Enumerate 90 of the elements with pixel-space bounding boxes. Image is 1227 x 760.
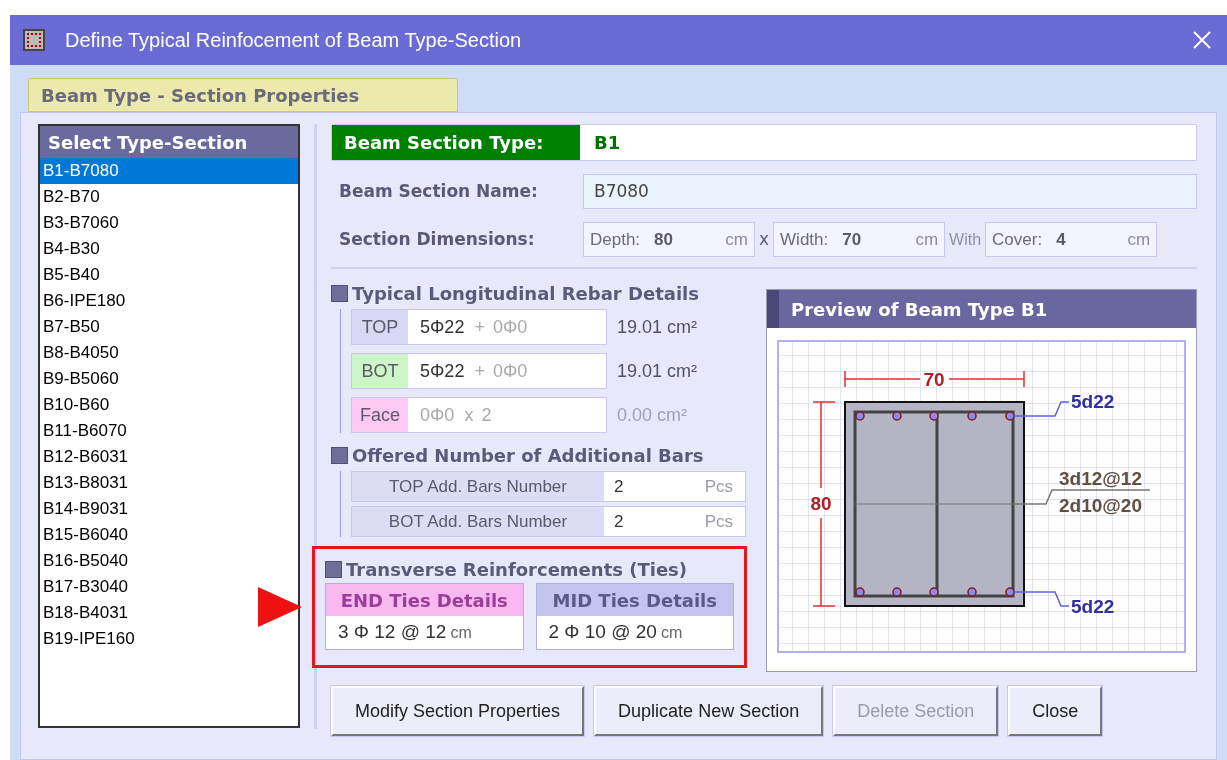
depth-label: 80 <box>810 493 832 514</box>
field-label: Beam Section Name: <box>338 179 539 203</box>
list-item[interactable]: B11-B6070 <box>40 418 299 444</box>
pointer-arrow-icon <box>258 587 302 627</box>
dialog-button[interactable]: Close <box>1008 686 1103 736</box>
area-text: 19.01 cm² <box>617 359 698 383</box>
ties-header: END Ties Details <box>326 584 523 616</box>
dimension-label: Cover: <box>992 228 1043 251</box>
operator-text: + <box>474 315 485 339</box>
ties-header: MID Ties Details <box>536 584 733 616</box>
dialog-button[interactable]: Modify Section Properties <box>331 686 585 736</box>
bottom-bars-label: 5d22 <box>1071 596 1115 617</box>
square-icon <box>331 284 348 302</box>
group-heading: Transverse Reinforcements (Ties) <box>346 557 688 582</box>
rebar-main: 5Φ22 <box>420 315 465 339</box>
list-item[interactable]: B5-B40 <box>40 262 299 288</box>
rebar-main: 5Φ22 <box>420 359 465 383</box>
area-text: 19.01 cm² <box>617 315 698 339</box>
rebar-extra: 0Φ0 <box>492 359 528 383</box>
end-ties-label: 3d12@12 <box>1059 468 1142 489</box>
rebar-main: 0Φ0 <box>420 403 455 427</box>
group-heading: Offered Number of Additional Bars <box>352 443 704 468</box>
leader-line <box>1013 401 1070 417</box>
list-item[interactable]: B2-B70 <box>40 184 299 210</box>
list-item[interactable]: B13-B8031 <box>40 470 299 496</box>
mid-ties-label: 2d10@20 <box>1059 495 1142 516</box>
list-item[interactable]: B3-B7060 <box>40 210 299 236</box>
dialog-button[interactable]: Duplicate New Section <box>594 686 824 736</box>
unit-text: cm <box>915 228 939 251</box>
ties-value[interactable]: 3 Φ 12 @ 12 <box>338 618 447 647</box>
count-value: 2 <box>604 472 705 501</box>
dimension-label: Width: <box>780 228 829 251</box>
list-item[interactable]: B16-B5040 <box>40 548 299 574</box>
dimension-field[interactable]: Cover: 4 cm <box>985 222 1158 257</box>
top-bars-label: 5d22 <box>1071 391 1115 412</box>
operator-text: x <box>464 403 474 427</box>
group-heading: Typical Longitudinal Rebar Details <box>352 281 699 306</box>
list-header: Select Type-Section <box>40 126 299 158</box>
dimension-label: Depth: <box>590 228 641 251</box>
field-label: Section Dimensions: <box>338 227 536 251</box>
list-item[interactable]: B6-IPE180 <box>40 288 299 314</box>
dimension-value: 80 <box>654 228 673 251</box>
list-item[interactable]: B10-B60 <box>40 392 299 418</box>
operator-text: + <box>474 359 485 383</box>
unit-text: cm <box>725 228 748 251</box>
unit-text: cm <box>450 622 472 643</box>
unit-text: cm <box>1127 228 1151 251</box>
preview-header: Preview of Beam Type B1 <box>767 290 1196 328</box>
square-icon <box>331 446 348 464</box>
dimension-value: 70 <box>842 228 862 251</box>
list-item[interactable]: B9-B5060 <box>40 366 299 392</box>
rebar-position-label: Face <box>352 398 408 432</box>
app-icon <box>23 29 45 51</box>
input-field[interactable]: B7080 <box>583 174 1197 209</box>
list-item[interactable]: B8-B4050 <box>40 340 299 366</box>
list-item[interactable]: B18-B4031 <box>40 600 299 626</box>
list-item[interactable]: B12-B6031 <box>40 444 299 470</box>
count-value: 2 <box>604 507 705 536</box>
list-item[interactable]: B15-B6040 <box>40 522 299 548</box>
unit-text: Pcs <box>704 472 745 501</box>
unit-text: Pcs <box>704 507 745 536</box>
list-item[interactable]: B19-IPE160 <box>40 626 299 652</box>
leader-line <box>1013 591 1070 607</box>
dimension-field[interactable]: Depth: 80 cm <box>583 222 755 257</box>
count-label: TOP Add. Bars Number <box>352 472 604 501</box>
dimension-value: 4 <box>1056 228 1066 251</box>
dimension-field[interactable]: Width: 70 cm <box>773 222 946 257</box>
tab[interactable]: Beam Type - Section Properties <box>28 78 458 112</box>
times-sign: x <box>759 227 770 251</box>
rebar-field[interactable]: BOT 5Φ22 + 0Φ0 <box>351 353 607 389</box>
square-icon <box>325 560 342 578</box>
list-item[interactable]: B14-B9031 <box>40 496 299 522</box>
count-label: BOT Add. Bars Number <box>352 507 604 536</box>
list-item[interactable]: B4-B30 <box>40 236 299 262</box>
count-field[interactable]: TOP Add. Bars Number 2 Pcs <box>351 471 746 502</box>
rebar-extra: 0Φ0 <box>492 315 528 339</box>
list-item[interactable]: B17-B3040 <box>40 574 299 600</box>
with-text: With <box>949 229 982 250</box>
area-text: 0.00 cm² <box>617 403 688 427</box>
unit-text: cm <box>660 622 683 643</box>
rebar-position-label: BOT <box>352 354 408 388</box>
rebar-field[interactable]: TOP 5Φ22 + 0Φ0 <box>351 309 607 345</box>
list-item[interactable]: B7-B50 <box>40 314 299 340</box>
window-title: Define Typical Reinfocement of Beam Type-Section <box>65 28 522 53</box>
width-label: 70 <box>923 369 945 390</box>
rebar-extra: 2 <box>481 403 492 427</box>
ties-value[interactable]: 2 Φ 10 @ 20 <box>548 618 657 647</box>
list-item[interactable]: B1-B7080 <box>40 158 299 184</box>
count-field[interactable]: BOT Add. Bars Number 2 Pcs <box>351 506 746 537</box>
rebar-position-label: TOP <box>352 310 408 344</box>
